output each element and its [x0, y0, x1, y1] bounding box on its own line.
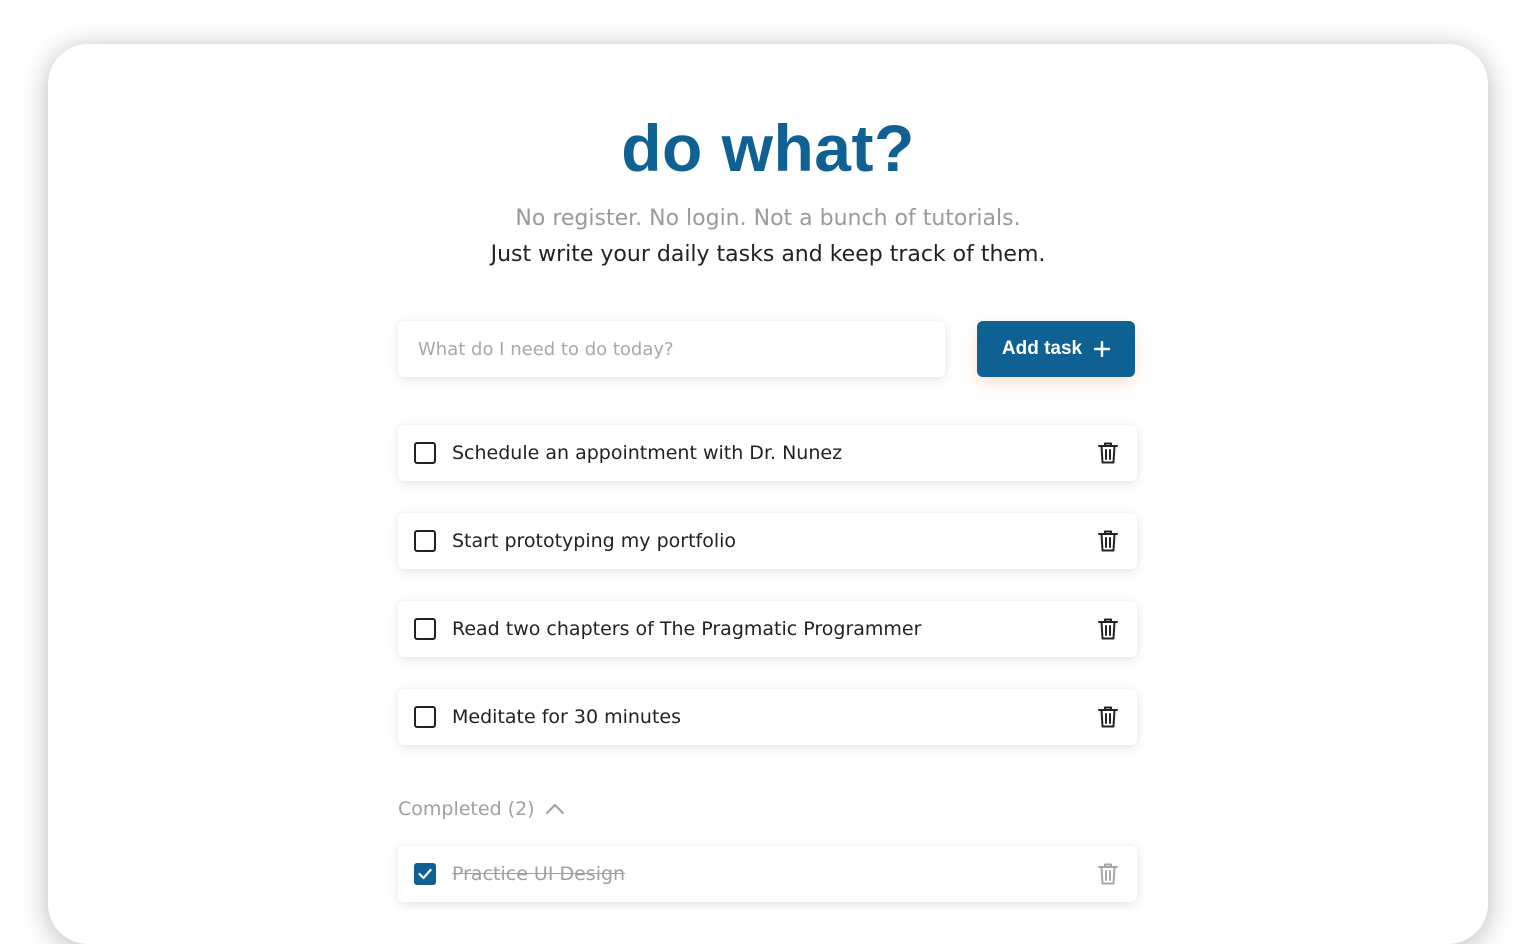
task-label: Start prototyping my portfolio [452, 530, 737, 552]
task-item: Schedule an appointment with Dr. Nunez [398, 425, 1137, 481]
tagline: Just write your daily tasks and keep tra… [490, 242, 1046, 267]
add-task-button[interactable]: Add task [977, 321, 1135, 377]
task-item: Meditate for 30 minutes [398, 689, 1137, 745]
task-checkbox[interactable] [414, 706, 436, 728]
trash-icon[interactable] [1097, 705, 1119, 729]
trash-icon[interactable] [1097, 617, 1119, 641]
plus-icon [1094, 341, 1111, 357]
task-label: Schedule an appointment with Dr. Nunez [452, 442, 843, 464]
task-label: Meditate for 30 minutes [452, 706, 681, 728]
chevron-up-icon [545, 804, 564, 814]
completed-toggle[interactable]: Completed (2) [398, 798, 565, 820]
task-checkbox[interactable] [414, 618, 436, 640]
app-title: do what? [621, 111, 915, 185]
task-item: Read two chapters of The Pragmatic Progr… [398, 601, 1137, 657]
add-task-label: Add task [1001, 338, 1083, 359]
task-label: Practice UI Design [452, 863, 626, 885]
task-checkbox[interactable] [414, 442, 436, 464]
task-checkbox-checked[interactable] [414, 863, 436, 885]
task-label: Read two chapters of The Pragmatic Progr… [452, 618, 922, 640]
completed-label: Completed (2) [398, 798, 535, 820]
trash-icon[interactable] [1097, 862, 1119, 886]
app-window: do what? No register. No login. Not a bu… [48, 44, 1488, 944]
trash-icon[interactable] [1097, 441, 1119, 465]
new-task-input[interactable] [398, 321, 945, 377]
checkmark-icon [418, 868, 432, 880]
trash-icon[interactable] [1097, 529, 1119, 553]
task-checkbox[interactable] [414, 530, 436, 552]
tagline-muted: No register. No login. Not a bunch of tu… [515, 206, 1021, 231]
completed-task-item: Practice UI Design [398, 846, 1137, 902]
task-item: Start prototyping my portfolio [398, 513, 1137, 569]
